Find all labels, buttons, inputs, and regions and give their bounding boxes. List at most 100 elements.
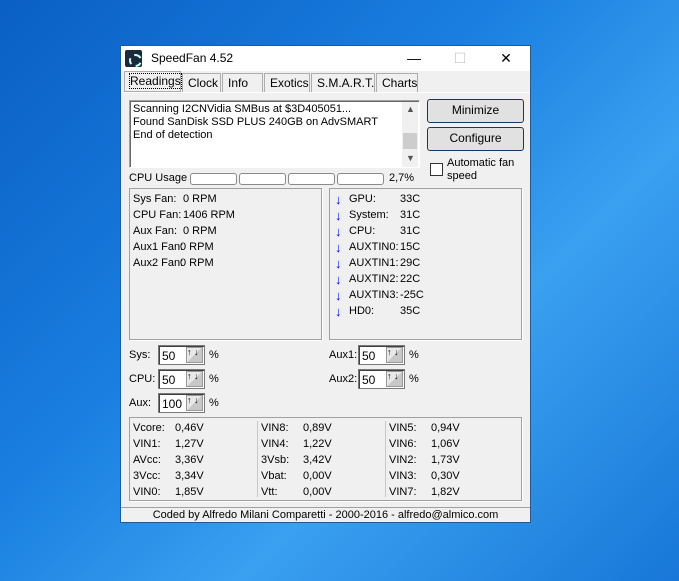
- percent-label: %: [409, 373, 419, 385]
- automatic-fan-speed-label: Automatic fan speed: [447, 157, 515, 182]
- voltage-label: VIN0:: [133, 486, 161, 498]
- column-divider: [385, 421, 386, 497]
- speed-spinner-icon[interactable]: ↑ ↓: [386, 371, 403, 387]
- speed-label: Aux1:: [329, 349, 358, 361]
- cpu-usage-bar: [239, 173, 286, 185]
- speed-label: Sys:: [129, 349, 151, 361]
- temp-value: 31C: [400, 225, 421, 237]
- tab-clock[interactable]: Clock: [182, 73, 221, 92]
- voltage-label: VIN2:: [389, 454, 417, 466]
- temp-label: GPU:: [349, 193, 376, 205]
- fan-value: 0 RPM: [183, 193, 217, 205]
- cpu-usage-value: 2,7%: [389, 172, 415, 184]
- log-box[interactable]: Scanning I2CNVidia SMBus at $3D405051...…: [129, 100, 420, 168]
- temp-label: CPU:: [349, 225, 376, 237]
- fan-value: 1406 RPM: [183, 209, 235, 221]
- log-scrollbar[interactable]: ▲ ▼: [402, 102, 418, 167]
- temp-down-arrow-icon: ↓: [335, 208, 342, 223]
- voltage-value: 1,22V: [303, 438, 332, 450]
- percent-label: %: [209, 349, 219, 361]
- temp-label: System:: [349, 209, 389, 221]
- speed-spinner-icon[interactable]: ↑ ↓: [386, 347, 403, 363]
- voltage-label: VIN1:: [133, 438, 161, 450]
- tab-readings[interactable]: Readings: [124, 71, 182, 92]
- voltage-value: 0,30V: [431, 470, 460, 482]
- title-bar: SpeedFan 4.52 — ☐ ✕: [121, 46, 530, 71]
- tab-smart[interactable]: S.M.A.R.T.: [311, 73, 375, 92]
- speed-spinner-icon[interactable]: ↑ ↓: [186, 371, 203, 387]
- scroll-up-icon[interactable]: ▲: [406, 104, 415, 114]
- maximize-window-button[interactable]: ☐: [437, 46, 483, 71]
- log-line: End of detection: [133, 129, 213, 141]
- fan-value: 0 RPM: [180, 241, 214, 253]
- minimize-window-button[interactable]: —: [391, 46, 437, 71]
- voltage-value: 1,06V: [431, 438, 460, 450]
- speed-value[interactable]: 100: [162, 397, 182, 411]
- voltage-label: 3Vsb:: [261, 454, 290, 466]
- tab-charts[interactable]: Charts: [376, 73, 418, 92]
- voltage-value: 0,89V: [303, 422, 332, 434]
- temp-down-arrow-icon: ↓: [335, 256, 342, 271]
- temp-label: HD0:: [349, 305, 375, 317]
- close-window-button[interactable]: ✕: [483, 46, 529, 71]
- cpu-usage-bar: [337, 173, 384, 185]
- voltage-label: 3Vcc:: [133, 470, 161, 482]
- column-divider: [257, 421, 258, 497]
- footer-credits: Coded by Alfredo Milani Comparetti - 200…: [121, 507, 530, 522]
- temp-value: -25C: [400, 289, 424, 301]
- temp-value: 31C: [400, 209, 421, 221]
- tab-exotics[interactable]: Exotics: [264, 73, 310, 92]
- fan-value: 0 RPM: [183, 225, 217, 237]
- temp-down-arrow-icon: ↓: [335, 192, 342, 207]
- minimize-button[interactable]: Minimize: [427, 99, 524, 123]
- fan-label: CPU Fan:: [133, 209, 182, 221]
- speed-value[interactable]: 50: [362, 373, 375, 387]
- tab-info[interactable]: Info: [222, 73, 263, 92]
- voltage-value: 1,27V: [175, 438, 204, 450]
- voltages-panel: Vcore: 0,46V VIN1: 1,27V AVcc: 3,36V 3Vcc: 3,34…: [129, 417, 522, 501]
- fan-app-icon: [125, 50, 142, 67]
- voltage-label: VIN6:: [389, 438, 417, 450]
- speed-value[interactable]: 50: [162, 349, 175, 363]
- scroll-down-icon[interactable]: ▼: [406, 153, 415, 163]
- cpu-usage-bar: [190, 173, 237, 185]
- voltage-value: 3,34V: [175, 470, 204, 482]
- fan-value: 0 RPM: [180, 257, 214, 269]
- scroll-thumb[interactable]: [403, 133, 417, 149]
- temp-label: AUXTIN0:: [349, 241, 399, 253]
- voltage-value: 1,85V: [175, 486, 204, 498]
- temp-label: AUXTIN3:: [349, 289, 399, 301]
- fan-label: Aux1 Fan:: [133, 241, 184, 253]
- temp-down-arrow-icon: ↓: [335, 272, 342, 287]
- speed-label: Aux:: [129, 397, 152, 409]
- speedfan-window: SpeedFan 4.52 — ☐ ✕ Readings Clock Info …: [120, 45, 531, 523]
- speed-value[interactable]: 50: [362, 349, 375, 363]
- temperatures-panel: ↓ GPU: 33C ↓ System: 31C ↓ CPU: 31C ↓ AUXTIN0: 15C ↓…: [329, 188, 522, 340]
- voltage-label: Vtt:: [261, 486, 278, 498]
- percent-label: %: [209, 373, 219, 385]
- voltage-label: VIN8:: [261, 422, 289, 434]
- cpu-usage-label: CPU Usage: [129, 172, 188, 184]
- speed-value[interactable]: 50: [162, 373, 175, 387]
- speed-spinner-icon[interactable]: ↑ ↓: [186, 395, 203, 411]
- speed-input[interactable]: 50 ↑ ↓: [158, 369, 205, 389]
- fan-label: Aux Fan:: [133, 225, 178, 237]
- voltage-value: 0,94V: [431, 422, 460, 434]
- voltage-value: 3,42V: [303, 454, 332, 466]
- temp-down-arrow-icon: ↓: [335, 240, 342, 255]
- automatic-fan-speed-checkbox[interactable]: [430, 163, 443, 176]
- temp-down-arrow-icon: ↓: [335, 288, 342, 303]
- speed-input[interactable]: 50 ↑ ↓: [358, 345, 405, 365]
- temp-value: 29C: [400, 257, 421, 269]
- tab-label: Readings: [129, 73, 182, 89]
- speed-input[interactable]: 100 ↑ ↓: [158, 393, 205, 413]
- speed-input[interactable]: 50 ↑ ↓: [158, 345, 205, 365]
- speed-spinner-icon[interactable]: ↑ ↓: [186, 347, 203, 363]
- configure-button[interactable]: Configure: [427, 127, 524, 151]
- voltage-label: Vbat:: [261, 470, 287, 482]
- temp-value: 35C: [400, 305, 421, 317]
- voltage-label: VIN7:: [389, 486, 417, 498]
- percent-label: %: [409, 349, 419, 361]
- temp-down-arrow-icon: ↓: [335, 224, 342, 239]
- speed-input[interactable]: 50 ↑ ↓: [358, 369, 405, 389]
